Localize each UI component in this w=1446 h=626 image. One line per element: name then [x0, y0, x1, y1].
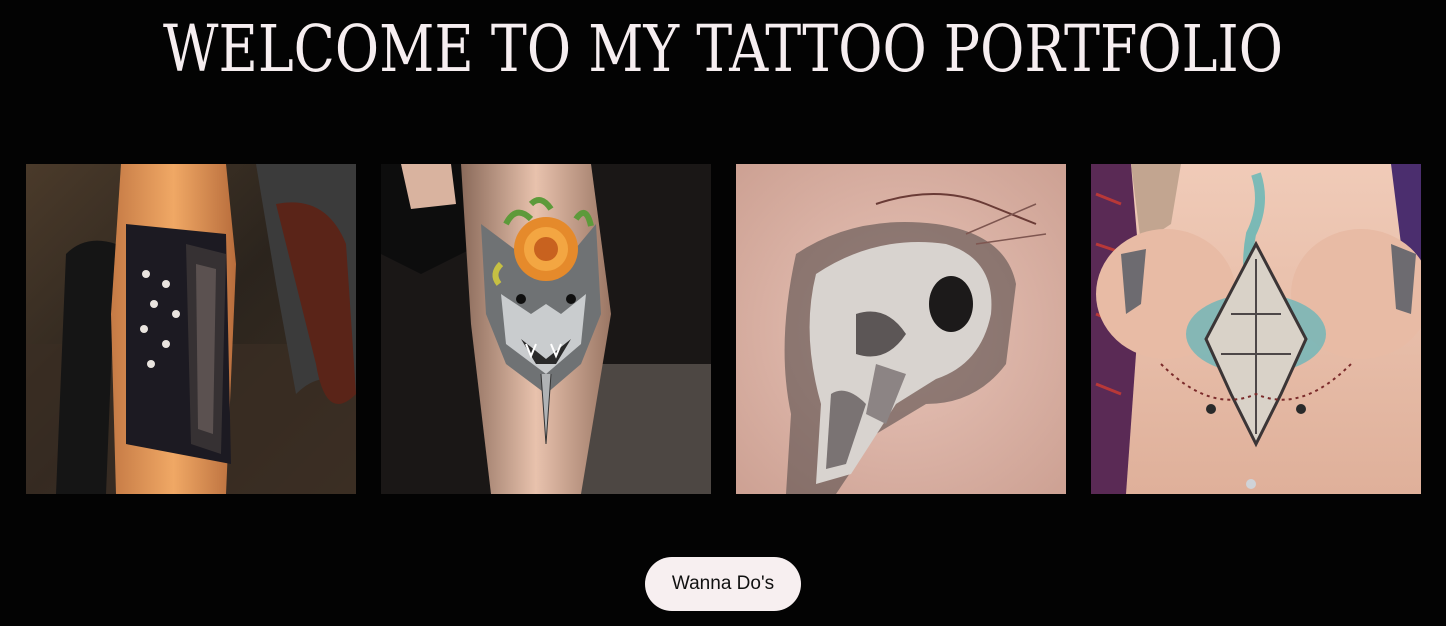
gallery-photo-seashell-sternum[interactable] [1091, 164, 1421, 494]
gallery-photo-flag-forearm[interactable] [26, 164, 356, 494]
wolf-rose-image [381, 164, 711, 494]
skull-chest-image [736, 164, 1066, 494]
gallery-photo-wolf-rose[interactable] [381, 164, 711, 494]
tattoo-gallery [26, 164, 1421, 494]
page-title: WELCOME TO MY TATTOO PORTFOLIO [163, 10, 1283, 87]
gallery-photo-skull-chest[interactable] [736, 164, 1066, 494]
wanna-dos-button[interactable]: Wanna Do's [645, 557, 801, 611]
flag-forearm-image [26, 164, 356, 494]
seashell-sternum-image [1091, 164, 1421, 494]
